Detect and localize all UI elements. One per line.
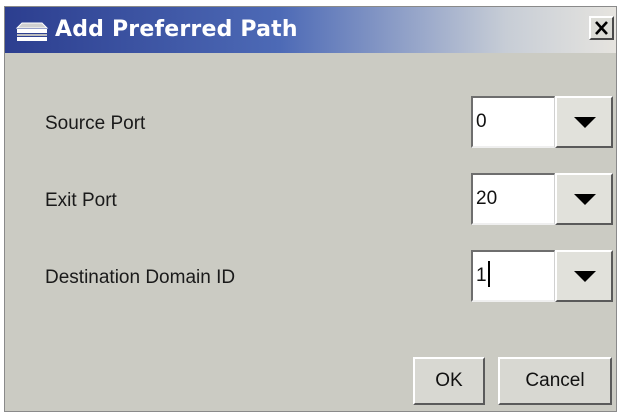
close-x-icon	[595, 21, 608, 35]
destination-domain-id-label: Destination Domain ID	[45, 267, 236, 288]
title-bar[interactable]: Add Preferred Path	[5, 7, 616, 53]
destination-domain-id-combo[interactable]: 1	[471, 250, 613, 302]
cancel-button[interactable]: Cancel	[498, 357, 612, 405]
chevron-down-icon	[574, 271, 596, 282]
destination-domain-id-value: 1	[476, 265, 487, 286]
exit-port-dropdown-button[interactable]	[555, 173, 613, 225]
destination-domain-id-input[interactable]: 1	[471, 250, 555, 302]
source-port-dropdown-button[interactable]	[555, 96, 613, 148]
close-button[interactable]	[589, 16, 614, 40]
dialog-title: Add Preferred Path	[55, 17, 298, 42]
chevron-down-icon	[574, 117, 596, 128]
exit-port-label: Exit Port	[45, 190, 117, 211]
source-port-combo[interactable]: 0	[471, 96, 613, 148]
source-port-label: Source Port	[45, 113, 146, 134]
text-cursor	[487, 260, 490, 287]
source-port-value: 0	[476, 111, 487, 132]
add-preferred-path-dialog: Add Preferred Path Source Port 0 Exit Po…	[4, 6, 617, 412]
exit-port-combo[interactable]: 20	[471, 173, 613, 225]
exit-port-input[interactable]: 20	[471, 173, 555, 225]
ok-button[interactable]: OK	[413, 357, 485, 405]
window-menu-icon[interactable]	[15, 22, 49, 42]
source-port-input[interactable]: 0	[471, 96, 555, 148]
exit-port-value: 20	[476, 188, 498, 209]
chevron-down-icon	[574, 194, 596, 205]
destination-domain-id-dropdown-button[interactable]	[555, 250, 613, 302]
